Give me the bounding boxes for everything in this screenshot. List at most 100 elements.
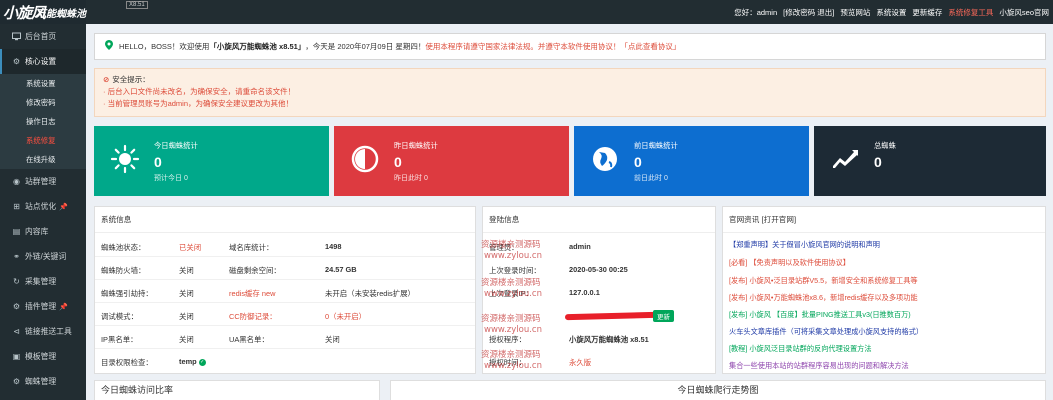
news-item[interactable]: [发布] 小旋风 【百度】批量PING推送工具v3(日推数百万) bbox=[729, 310, 911, 320]
submenu-online-upgrade[interactable]: 在线升级 bbox=[0, 150, 86, 169]
stat-label: 总蜘蛛 bbox=[874, 141, 896, 150]
notice-today: ，今天是 2020年07月09日 星期四！ bbox=[305, 42, 426, 51]
row-value: 关闭 bbox=[179, 266, 194, 275]
submenu-change-password[interactable]: 修改密码 bbox=[0, 93, 86, 112]
news-item[interactable]: [教程] 小旋风泛目录站群的反向代理设置方法 bbox=[729, 344, 872, 354]
sidebar-item-label: 核心设置 bbox=[25, 57, 57, 66]
version-badge: X8.51 bbox=[126, 1, 148, 9]
half-circle-icon bbox=[350, 144, 380, 174]
gear-icon: ⚙ bbox=[12, 302, 21, 311]
watermark-text: 资源楼亲测源码 bbox=[481, 240, 541, 250]
globe-icon bbox=[590, 144, 620, 174]
gear-icon: ⚙ bbox=[12, 57, 21, 66]
pin-icon: 📌 bbox=[59, 303, 68, 311]
submenu-operation-log[interactable]: 操作日志 bbox=[0, 112, 86, 131]
welcome-notice: HELLO，BOSS！欢迎使用 「小旋风万能蜘蛛池 x8.51」 ，今天是 20… bbox=[94, 33, 1046, 60]
sidebar-item-site-optimize[interactable]: ⊞ 站点优化 📌 bbox=[0, 194, 86, 219]
stat-label: 昨日蜘蛛统计 bbox=[394, 141, 438, 150]
news-item[interactable]: 集合一些使用本站的站群程序容易出现的问题和解决方法 bbox=[729, 361, 909, 371]
panel-title: 登陆信息 bbox=[483, 207, 715, 233]
sidebar-item-site-group[interactable]: ◉ 站群管理 bbox=[0, 169, 86, 194]
watermark-text: 资源楼亲测源码 bbox=[481, 278, 541, 288]
sidebar-item-spiders[interactable]: ⚙ 蜘蛛管理 bbox=[0, 369, 86, 394]
watermark-text: 资源楼亲测源码 bbox=[481, 314, 541, 324]
stat-label: 今日蜘蛛统计 bbox=[154, 141, 198, 150]
spider-trend-panel: 今日蜘蛛爬行走势图 bbox=[390, 380, 1046, 400]
spider-ratio-panel: 今日蜘蛛访问比率 bbox=[94, 380, 380, 400]
sidebar-item-label: 后台首页 bbox=[25, 32, 57, 41]
row-value: temp ✓ bbox=[179, 357, 206, 366]
table-row: 目录权限检查： temp ✓ bbox=[95, 350, 475, 372]
repair-tool-link[interactable]: 系统修复工具 bbox=[948, 7, 993, 18]
row-value: 1498 bbox=[325, 242, 342, 251]
news-item[interactable]: 火车头文章库插件（可将采集文章处理成小旋风支持的格式） bbox=[729, 327, 923, 337]
watermark-text: www.zylou.cn bbox=[484, 325, 542, 335]
share-icon: ⊲ bbox=[13, 327, 20, 336]
system-info-panel: 系统信息 蜘蛛池状态： 已关闭 域名库统计： 1498 蜘蛛防火墙： 关闭 磁盘… bbox=[94, 206, 476, 374]
dir-name: temp bbox=[179, 357, 197, 366]
sidebar-item-collect[interactable]: ↻ 采集管理 bbox=[0, 269, 86, 294]
row-value: 关闭 bbox=[179, 335, 194, 344]
user-links[interactable]: [修改密码 退出] bbox=[783, 7, 834, 18]
row-key: CC防御记录： bbox=[229, 312, 277, 321]
top-bar: 小旋风 万能蜘蛛池 X8.51 您好：admin [修改密码 退出] 预览网站 … bbox=[0, 0, 1053, 24]
table-row: IP黑名单： 关闭 UA黑名单： 关闭 bbox=[95, 327, 475, 349]
submenu-system-settings[interactable]: 系统设置 bbox=[0, 74, 86, 93]
row-key: 蜘蛛池状态： bbox=[101, 243, 146, 252]
preview-site-link[interactable]: 预览网站 bbox=[840, 7, 870, 18]
stat-box-yesterday: 昨日蜘蛛统计 0 昨日此时 0 bbox=[334, 126, 569, 196]
panel-title: 今日蜘蛛爬行走势图 bbox=[677, 385, 759, 395]
news-item[interactable]: [发布] 小旋风•泛目录站群V5.5，新增安全和系统修复工具等 bbox=[729, 276, 918, 286]
sidebar-item-templates[interactable]: ▣ 模板管理 bbox=[0, 344, 86, 369]
row-key: 调试模式： bbox=[101, 312, 138, 321]
table-row: 蜘蛛强引劫持： 关闭 redis缓存 new 未开启（未安装redis扩展） bbox=[95, 281, 475, 303]
watermark-text: 资源楼亲测源码 bbox=[481, 350, 541, 360]
row-key: 磁盘剩余空间： bbox=[229, 266, 281, 275]
system-settings-link[interactable]: 系统设置 bbox=[876, 7, 906, 18]
row-key: UA黑名单： bbox=[229, 335, 269, 344]
official-site-link[interactable]: 小旋风seo官网 bbox=[999, 7, 1049, 18]
location-pin-icon bbox=[105, 40, 113, 53]
stat-box-day-before: 前日蜘蛛统计 0 前日此时 0 bbox=[574, 126, 809, 196]
stat-box-total: 总蜘蛛 0 bbox=[814, 126, 1046, 196]
watermark-text: www.zylou.cn bbox=[484, 289, 542, 299]
sidebar-item-plugins[interactable]: ⚙ 插件管理 📌 bbox=[0, 294, 86, 319]
submenu-system-repair[interactable]: 系统修复 bbox=[0, 131, 86, 150]
stat-value: 0 bbox=[634, 154, 642, 170]
sidebar-item-home[interactable]: 后台首页 bbox=[0, 24, 86, 49]
cluster-icon: ◉ bbox=[13, 177, 20, 186]
watermark-text: www.zylou.cn bbox=[484, 361, 542, 371]
news-panel: 官网资讯 [打开官网] 【郑重声明】关于假冒小旋风官网的说明和声明 [必看] 【… bbox=[722, 206, 1046, 374]
sidebar-item-label: 站点优化 bbox=[25, 202, 57, 211]
trend-chart-icon bbox=[830, 144, 860, 174]
panel-title: 今日蜘蛛访问比率 bbox=[101, 385, 174, 395]
sidebar-item-label: 模板管理 bbox=[25, 352, 57, 361]
notice-warning: 使用本程序请遵守国家法律法规。并遵守本软件使用协议！ bbox=[425, 42, 621, 51]
stat-foot: 昨日此时 0 bbox=[394, 175, 428, 182]
sidebar-item-core[interactable]: ⚙ 核心设置 bbox=[0, 49, 86, 74]
row-key: 域名库统计： bbox=[229, 243, 274, 252]
row-value: 127.0.0.1 bbox=[569, 288, 600, 297]
news-item[interactable]: [必看] 【免责声明以及软件使用协议】 bbox=[729, 258, 850, 268]
row-value: admin bbox=[569, 242, 591, 251]
stat-value: 0 bbox=[394, 154, 402, 170]
settings-icon: ⚙ bbox=[12, 377, 21, 386]
pin-icon: 📌 bbox=[59, 203, 68, 211]
sidebar-item-label: 蜘蛛管理 bbox=[25, 377, 57, 386]
row-value: 0（未开启） bbox=[325, 312, 367, 321]
update-cache-link[interactable]: 更新缓存 bbox=[912, 7, 942, 18]
update-button[interactable]: 更新 bbox=[653, 310, 674, 322]
stat-foot: 前日此时 0 bbox=[634, 175, 668, 182]
sidebar-item-content-lib[interactable]: ▤ 内容库 bbox=[0, 219, 86, 244]
row-key: 授权程序： bbox=[489, 335, 526, 344]
news-item[interactable]: [发布] 小旋风•万能蜘蛛池x8.6，新增redis缓存以及多项功能 bbox=[729, 293, 918, 303]
sidebar-item-link-push[interactable]: ⊲ 链接推送工具 bbox=[0, 319, 86, 344]
spider-pool-status: 已关闭 bbox=[179, 243, 202, 252]
panel-title[interactable]: 官网资讯 [打开官网] bbox=[723, 207, 1045, 233]
news-item[interactable]: 【郑重声明】关于假冒小旋风官网的说明和声明 bbox=[729, 240, 880, 250]
logo[interactable]: 小旋风 万能蜘蛛池 X8.51 bbox=[0, 0, 148, 24]
sidebar-item-label: 采集管理 bbox=[25, 277, 57, 286]
agreement-link[interactable]: 「点此查看协议」 bbox=[620, 41, 680, 52]
sidebar-item-links-keywords[interactable]: ⚭ 外链/关键词 bbox=[0, 244, 86, 269]
stat-value: 0 bbox=[874, 154, 882, 170]
